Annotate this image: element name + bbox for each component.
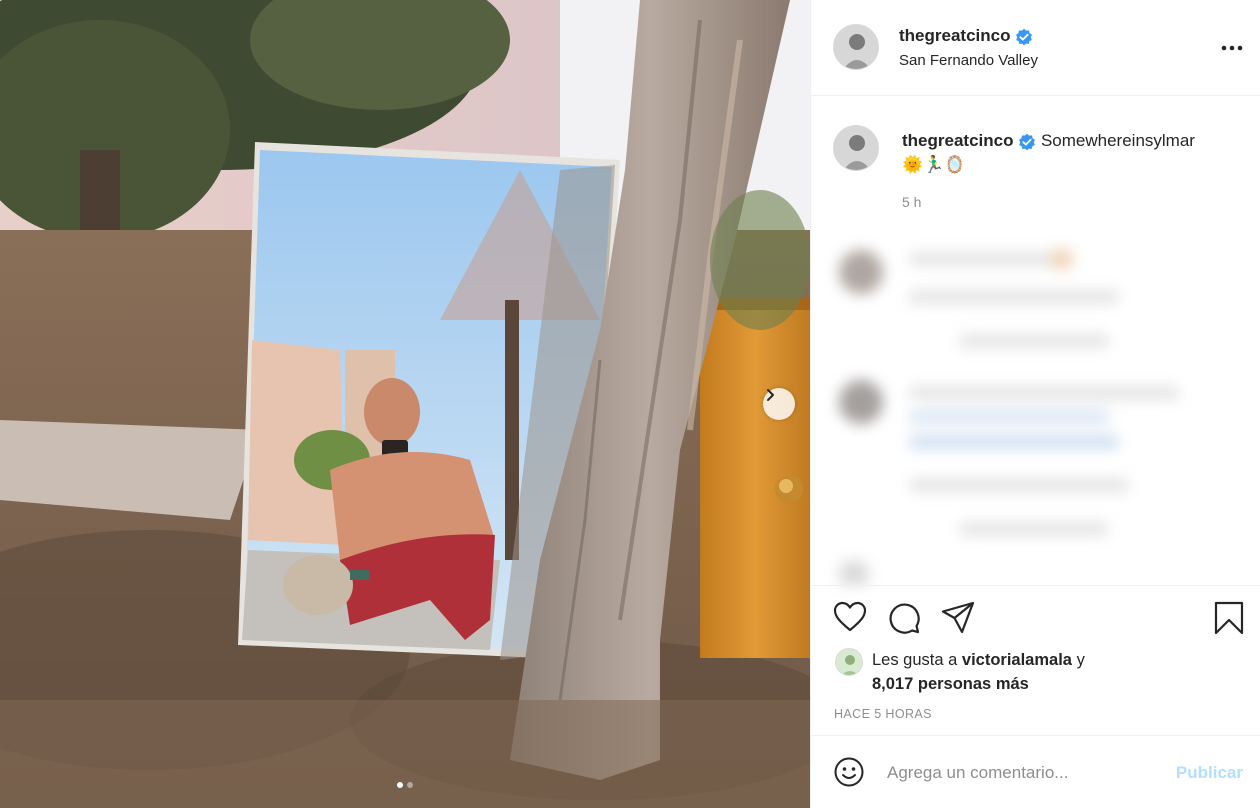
- likes-prefix: Les gusta a: [872, 651, 958, 669]
- comment-row: [909, 290, 1119, 304]
- share-icon: [941, 601, 975, 634]
- likes-connector: y: [1076, 651, 1085, 669]
- author-avatar[interactable]: [833, 24, 879, 70]
- caption-text: Somewhereinsylmar: [1040, 131, 1195, 150]
- bookmark-icon: [1214, 601, 1244, 635]
- carousel-dot: [397, 782, 403, 788]
- comment-row: [909, 478, 1129, 492]
- avatar-image: [836, 649, 862, 675]
- comments-list: [819, 230, 1249, 585]
- comment-avatar: [839, 250, 883, 294]
- author-line: thegreatcinco: [899, 26, 1033, 46]
- comment-bar: Publicar: [811, 735, 1260, 808]
- carousel-dot: [407, 782, 413, 788]
- action-bar: Les gusta a victorialamala y 8,017 perso…: [811, 585, 1260, 735]
- like-button[interactable]: [833, 601, 867, 638]
- comment-avatar: [839, 560, 869, 585]
- likes-summary: Les gusta a victorialamala y 8,017 perso…: [872, 648, 1085, 696]
- comment-row: [909, 435, 1119, 449]
- caption-avatar[interactable]: [833, 125, 879, 171]
- post-header: thegreatcinco San Fernando Valley: [811, 0, 1260, 96]
- liker-username[interactable]: victorialamala: [962, 651, 1072, 669]
- more-horizontal-icon: [1221, 45, 1243, 51]
- comment-input[interactable]: [887, 760, 1157, 786]
- post-timestamp[interactable]: HACE 5 HORAS: [834, 707, 932, 721]
- caption-username[interactable]: thegreatcinco: [902, 131, 1013, 150]
- caption-time[interactable]: 5 h: [902, 194, 921, 210]
- avatar-image: [834, 126, 878, 170]
- verified-badge-icon: [1019, 133, 1036, 150]
- post-image: [0, 0, 810, 808]
- comment-row: [959, 522, 1109, 536]
- post-location[interactable]: San Fernando Valley: [899, 52, 1038, 69]
- comment-avatar: [1051, 248, 1073, 270]
- chevron-right-icon: [767, 389, 774, 401]
- comment-row: [909, 386, 1179, 400]
- avatar-image: [834, 25, 878, 69]
- publish-button[interactable]: Publicar: [1176, 763, 1243, 783]
- comment-button[interactable]: [887, 601, 921, 640]
- author-username[interactable]: thegreatcinco: [899, 26, 1010, 45]
- post-photo[interactable]: [0, 0, 810, 808]
- likes-count[interactable]: 8,017 personas más: [872, 675, 1029, 693]
- save-button[interactable]: [1213, 601, 1245, 640]
- carousel-dots: [0, 782, 810, 788]
- heart-icon: [833, 601, 867, 632]
- comment-icon: [889, 603, 920, 634]
- post-side-panel: thegreatcinco San Fernando Valley thegre…: [810, 0, 1260, 808]
- caption: thegreatcinco Somewhereinsylmar 🌞🏃‍♂️🪞: [902, 129, 1247, 177]
- emoji-button[interactable]: [834, 757, 864, 792]
- comment-avatar: [839, 380, 883, 424]
- emoji-icon: [834, 757, 864, 787]
- more-options-button[interactable]: [1221, 38, 1243, 56]
- comment-row: [909, 252, 1059, 266]
- carousel-next-button[interactable]: [763, 388, 795, 420]
- comment-row: [959, 334, 1109, 348]
- share-button[interactable]: [941, 601, 975, 640]
- comment-row: [909, 410, 1109, 424]
- caption-emoji: 🌞🏃‍♂️🪞: [902, 155, 966, 174]
- liker-avatar[interactable]: [835, 648, 863, 676]
- verified-badge-icon: [1015, 28, 1032, 46]
